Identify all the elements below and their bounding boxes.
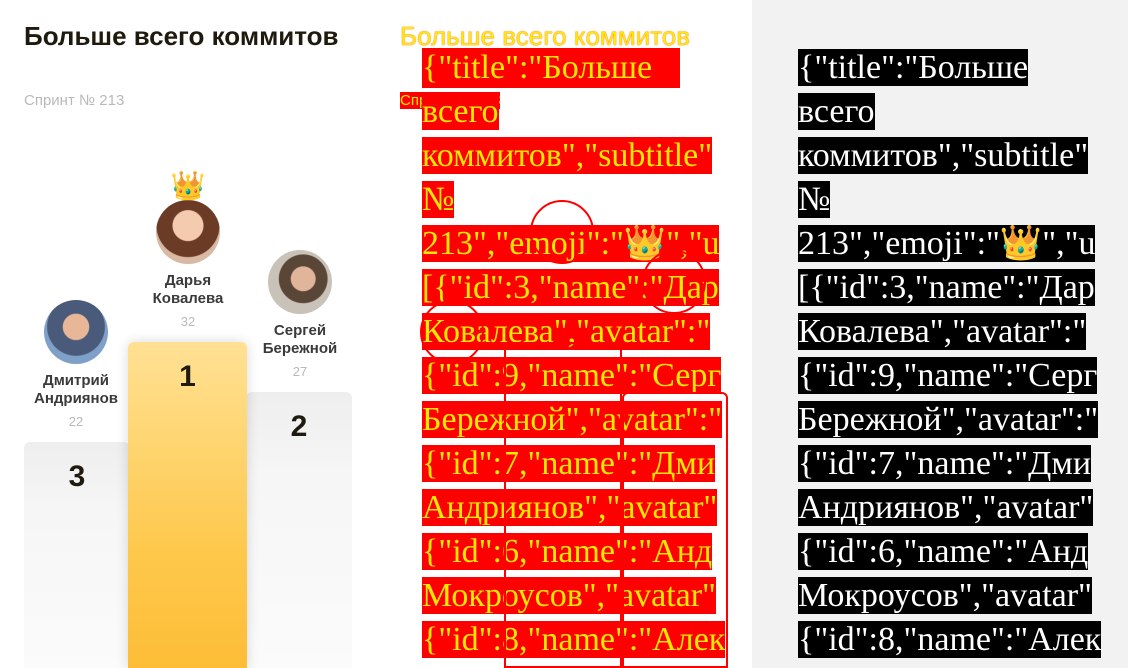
raw-json-line: {"title":"Больше [422,49,653,86]
raw-json-line: № [422,181,455,218]
leader-value: 32 [180,314,196,329]
crown-icon: 👑 [170,169,206,202]
podium-2: 2 [246,392,352,668]
avatar [268,250,332,314]
raw-json-line: № [798,181,831,218]
leader-first-name: Дмитрий [43,372,109,389]
leader-value: 27 [292,364,308,379]
slide-subtitle: Спринт № 213 [24,92,125,109]
leader-last-name: Бережной [262,340,338,357]
place-number: 1 [179,360,196,393]
leader-last-name: Ковалева [152,290,224,307]
leader-2: Сергей Бережной 27 [242,250,358,379]
raw-json-line: 213","emoji":"👑","u [798,225,1096,262]
avatar: 👑 [156,172,220,264]
raw-json-line: {"id":9,"name":"Серг [798,357,1098,394]
overlay-podium-outline [622,392,728,668]
slide-title: Больше всего коммитов [24,21,339,51]
raw-json-black: {"title":"Больше всего коммитов","subtitle… [798,46,1128,662]
leader-3: Дмитрий Андриянов 22 [18,300,134,429]
overlay-avatar-outline [642,250,706,314]
raw-json-line: Андриянов","avatar" [798,489,1094,526]
raw-json-line: Бережной","avatar":" [798,401,1099,438]
leader-first-name: Сергей [273,322,327,339]
avatar [44,300,108,364]
overlay-panel-black: {"title":"Больше всего коммитов","subtitle… [752,0,1128,668]
leader-last-name: Андриянов [34,390,118,407]
overlay-avatar-outline [530,200,594,264]
leader-value: 22 [68,414,84,429]
podium-1: 1 [128,342,247,668]
overlay-avatar-outline [420,300,484,364]
overlay-panel-red: Больше всего коммитов Спринт № 213 {"tit… [376,0,752,668]
leaders-slide: Больше всего коммитов Спринт № 213 👑 Дар… [0,0,376,668]
raw-json-line: {"id":8,"name":"Алек [798,621,1102,658]
raw-json-line: {"id":7,"name":"Дми [798,445,1092,482]
raw-json-line: коммитов","subtitle" [422,137,713,174]
raw-json-line: всего [422,93,499,130]
raw-json-line: {"id":6,"name":"Анд [798,533,1089,570]
place-number: 3 [68,460,86,493]
leader-first-name: Дарья [164,272,212,289]
raw-json-line: {"title":"Больше [798,49,1029,86]
raw-json-line: [{"id":3,"name":"Дар [798,269,1095,306]
overlay-podium-outline [504,342,622,668]
raw-json-line: коммитов","subtitle" [798,137,1089,174]
leader-1: 👑 Дарья Ковалева 32 [130,172,246,330]
podium-3: 3 [24,442,130,668]
raw-json-line: всего [798,93,875,130]
raw-json-line: Ковалева","avatar":" [798,313,1087,350]
place-number: 2 [290,410,308,443]
raw-json-line: Мокроусов","avatar" [798,577,1092,614]
